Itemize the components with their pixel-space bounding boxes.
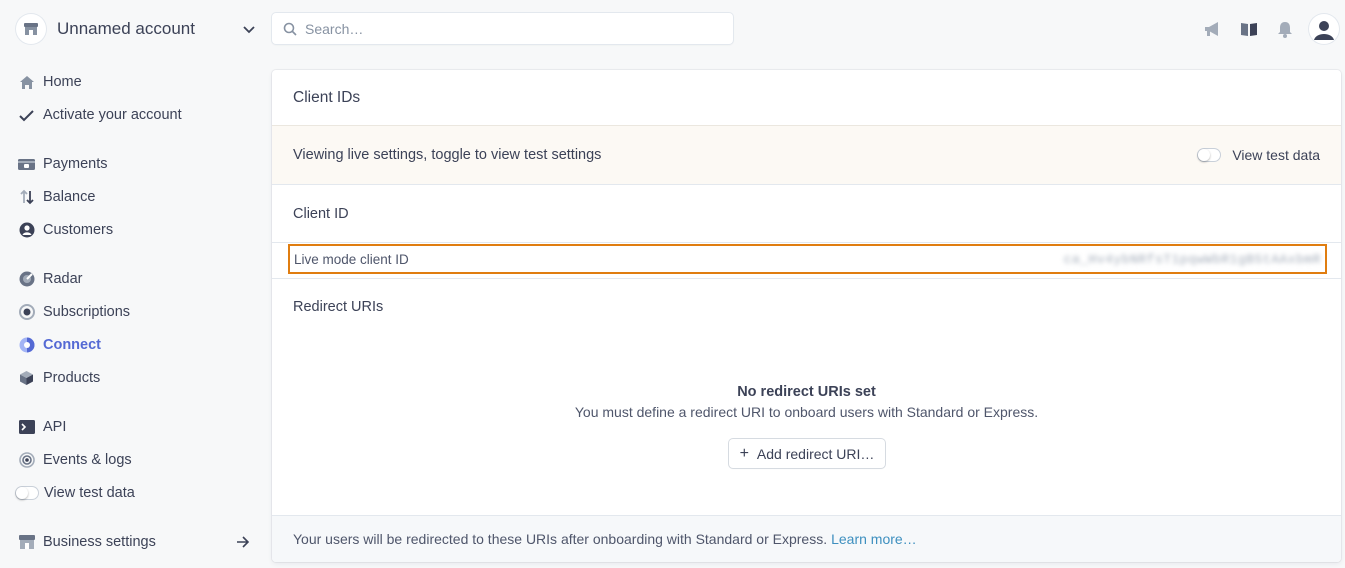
sidebar-item-connect[interactable]: Connect <box>18 334 101 356</box>
sidebar-item-products[interactable]: Products <box>18 367 100 389</box>
divider <box>272 278 1341 279</box>
connect-icon <box>18 337 35 354</box>
sidebar-item-events-logs[interactable]: Events & logs <box>18 449 132 471</box>
empty-state-subtitle: You must define a redirect URI to onboar… <box>574 404 1039 420</box>
footer-text: Your users will be redirected to these U… <box>293 531 828 547</box>
client-ids-card: Client IDs Viewing live settings, toggle… <box>272 70 1341 562</box>
chevron-down-icon <box>243 26 255 34</box>
avatar[interactable] <box>1309 14 1339 44</box>
live-client-id-label: Live mode client ID <box>294 251 409 267</box>
sidebar-view-test-data-toggle[interactable]: View test data <box>15 482 135 504</box>
check-icon <box>18 107 35 124</box>
sidebar-item-payments[interactable]: Payments <box>18 153 107 175</box>
page-title: Client IDs <box>293 89 361 106</box>
customers-icon <box>18 222 35 239</box>
account-switcher[interactable]: Unnamed account <box>16 13 256 45</box>
balance-icon <box>18 189 35 206</box>
store-icon <box>18 534 35 551</box>
bell-icon[interactable] <box>1275 19 1295 39</box>
live-client-id-value[interactable]: ca_Hv4ybNRfsT1pqwWbR1gB5tAAxbmR <box>1064 252 1321 267</box>
banner-text: Viewing live settings, toggle to view te… <box>293 147 602 163</box>
store-icon <box>16 14 46 44</box>
plus-icon: + <box>739 444 749 462</box>
redirect-uris-heading: Redirect URIs <box>293 299 384 315</box>
megaphone-icon[interactable] <box>1203 19 1223 39</box>
sidebar-item-balance[interactable]: Balance <box>18 186 95 208</box>
live-settings-banner: Viewing live settings, toggle to view te… <box>272 125 1341 185</box>
products-icon <box>18 370 35 387</box>
live-client-id-row: Live mode client ID ca_Hv4ybNRfsT1pqwWbR… <box>288 244 1327 274</box>
sidebar-item-business-settings[interactable]: Business settings <box>18 531 250 553</box>
sidebar-item-customers[interactable]: Customers <box>18 219 113 241</box>
sidebar-item-api[interactable]: API <box>18 416 66 438</box>
sidebar-item-home[interactable]: Home <box>18 71 82 93</box>
payments-icon <box>18 156 35 173</box>
docs-book-icon[interactable] <box>1239 19 1259 39</box>
empty-state-title: No redirect URIs set <box>737 384 876 400</box>
home-icon <box>18 74 35 91</box>
search-bar[interactable] <box>272 13 733 44</box>
view-test-data-label: View test data <box>1232 147 1320 163</box>
learn-more-link[interactable]: Learn more… <box>831 531 917 547</box>
subscriptions-icon <box>18 304 35 321</box>
radar-icon <box>18 271 35 288</box>
arrow-right-icon <box>237 536 250 548</box>
divider <box>272 242 1341 243</box>
view-test-data-switch[interactable] <box>1197 148 1222 162</box>
terminal-icon <box>18 419 35 436</box>
account-name: Unnamed account <box>57 19 195 38</box>
card-footer: Your users will be redirected to these U… <box>272 515 1341 562</box>
sidebar-item-activate[interactable]: Activate your account <box>18 104 182 126</box>
add-redirect-uri-label: Add redirect URI… <box>756 445 875 462</box>
search-icon <box>283 22 297 36</box>
sidebar: Unnamed account Home Activate your accou… <box>0 0 265 568</box>
sidebar-item-subscriptions[interactable]: Subscriptions <box>18 301 130 323</box>
banner-test-data-toggle[interactable]: View test data <box>1197 147 1320 163</box>
add-redirect-uri-button[interactable]: + Add redirect URI… <box>729 439 885 468</box>
client-id-heading: Client ID <box>293 206 349 222</box>
sidebar-item-radar[interactable]: Radar <box>18 268 83 290</box>
search-input[interactable] <box>305 20 705 37</box>
test-data-toggle[interactable] <box>15 486 39 500</box>
events-icon <box>18 452 35 469</box>
top-bar-actions <box>1187 14 1339 44</box>
